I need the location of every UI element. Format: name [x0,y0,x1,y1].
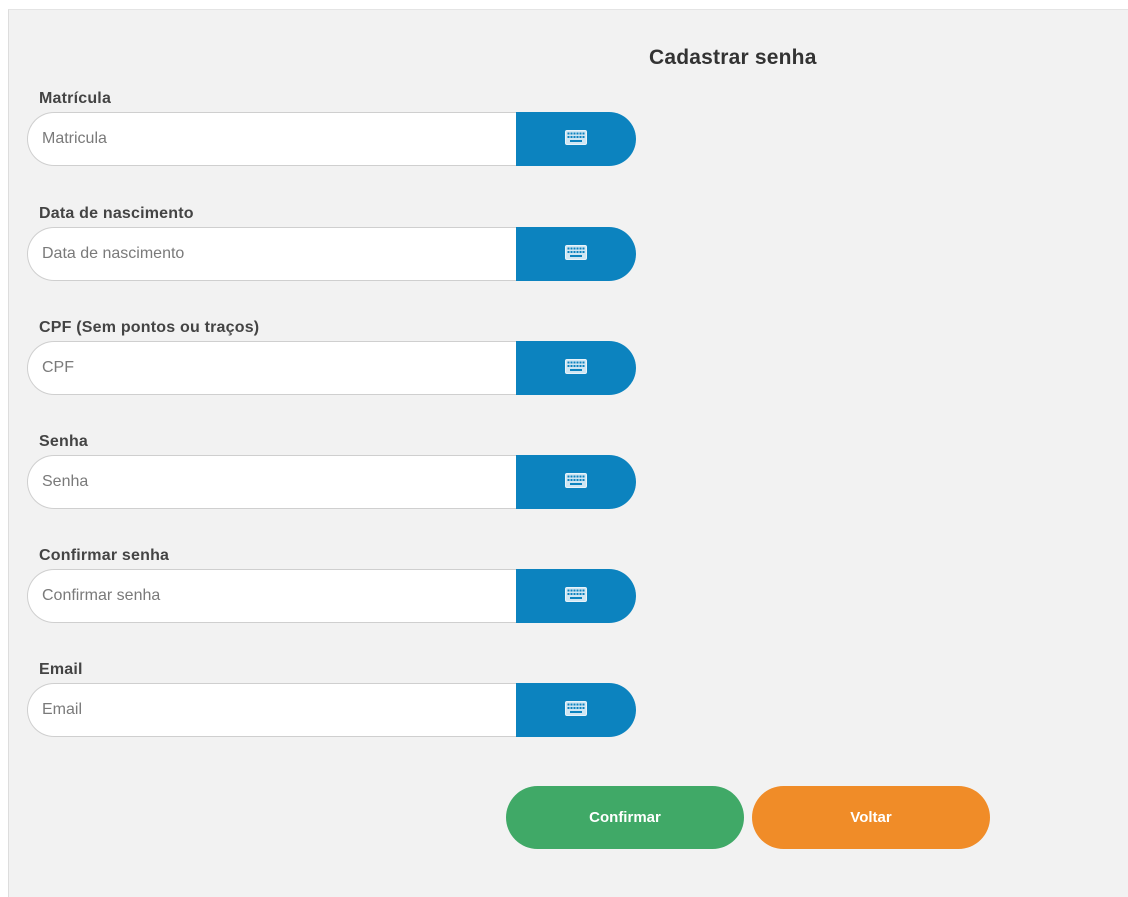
email-row [27,683,636,737]
keyboard-icon [565,358,587,374]
keyboard-icon [565,129,587,145]
form-panel: Cadastrar senha Matrícula Matricula Data… [8,9,1128,897]
email-input[interactable] [27,683,517,737]
field-group-birthdate: Data de nascimento [27,203,636,281]
birthdate-label: Data de nascimento [39,205,194,222]
keyboard-icon [565,586,587,602]
keyboard-icon [565,472,587,488]
confirm-password-keyboard-button[interactable] [516,569,636,623]
confirm-password-row [27,569,636,623]
birthdate-row [27,227,636,281]
back-button[interactable]: Voltar [752,786,990,849]
confirm-password-label: Confirmar senha [39,547,170,564]
email-label: Email [39,661,83,678]
birthdate-input[interactable] [27,227,517,281]
password-label: Senha [39,433,89,450]
keyboard-icon [565,700,587,716]
field-group-confirm-password: Confirmar senha [27,545,636,623]
password-keyboard-button[interactable] [516,455,636,509]
confirm-password-input[interactable] [27,569,517,623]
field-group-matricula: Matrícula [27,88,636,166]
password-row [27,455,636,509]
field-group-email: Email [27,659,636,737]
field-group-password: Senha [27,431,636,509]
birthdate-keyboard-button[interactable] [516,227,636,281]
matricula-label: Matrícula [39,90,112,107]
keyboard-icon [565,244,587,260]
cpf-label: CPF (Sem pontos ou traços) [39,319,260,336]
email-keyboard-button[interactable] [516,683,636,737]
matricula-keyboard-button[interactable] [516,112,636,166]
confirm-button[interactable]: Confirmar [506,786,744,849]
cpf-row [27,341,636,395]
matricula-row [27,112,636,166]
field-group-cpf: CPF (Sem pontos ou traços) [27,317,636,395]
matricula-input[interactable] [27,112,517,166]
cpf-keyboard-button[interactable] [516,341,636,395]
password-input[interactable] [27,455,517,509]
page-title: Cadastrar senha [649,46,817,69]
cpf-input[interactable] [27,341,517,395]
